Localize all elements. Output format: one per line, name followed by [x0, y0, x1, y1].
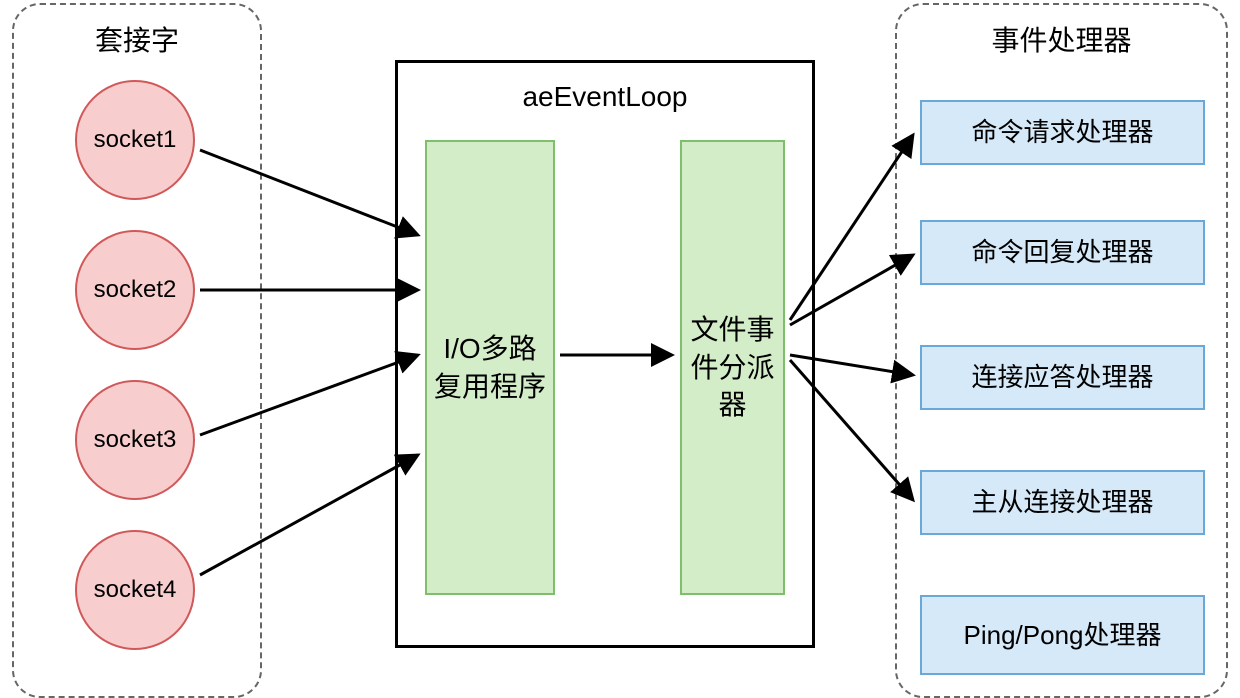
dispatcher-box: 文件事件分派器: [680, 140, 785, 595]
handler-label: 连接应答处理器: [971, 361, 1153, 394]
socket-node: socket4: [75, 530, 195, 650]
handler-box: Ping/Pong处理器: [920, 595, 1205, 675]
event-loop-title: aeEventLoop: [398, 81, 812, 113]
handler-box: 命令请求处理器: [920, 100, 1205, 165]
handler-label: 命令请求处理器: [971, 116, 1153, 149]
io-multiplex-box: I/O多路复用程序: [425, 140, 555, 595]
handler-box: 主从连接处理器: [920, 470, 1205, 535]
handler-label: Ping/Pong处理器: [964, 619, 1162, 652]
sockets-title: 套接字: [14, 19, 260, 59]
handlers-title: 事件处理器: [897, 19, 1226, 59]
handler-label: 主从连接处理器: [971, 486, 1153, 519]
socket-node: socket1: [75, 80, 195, 200]
handler-box: 连接应答处理器: [920, 345, 1205, 410]
socket-label: socket3: [94, 426, 177, 454]
socket-node: socket3: [75, 380, 195, 500]
socket-label: socket2: [94, 276, 177, 304]
socket-label: socket4: [94, 576, 177, 604]
socket-label: socket1: [94, 126, 177, 154]
handler-label: 命令回复处理器: [971, 236, 1153, 269]
socket-node: socket2: [75, 230, 195, 350]
dispatcher-label: 文件事件分派器: [688, 311, 777, 424]
handler-box: 命令回复处理器: [920, 220, 1205, 285]
io-multiplex-label: I/O多路复用程序: [433, 330, 547, 406]
